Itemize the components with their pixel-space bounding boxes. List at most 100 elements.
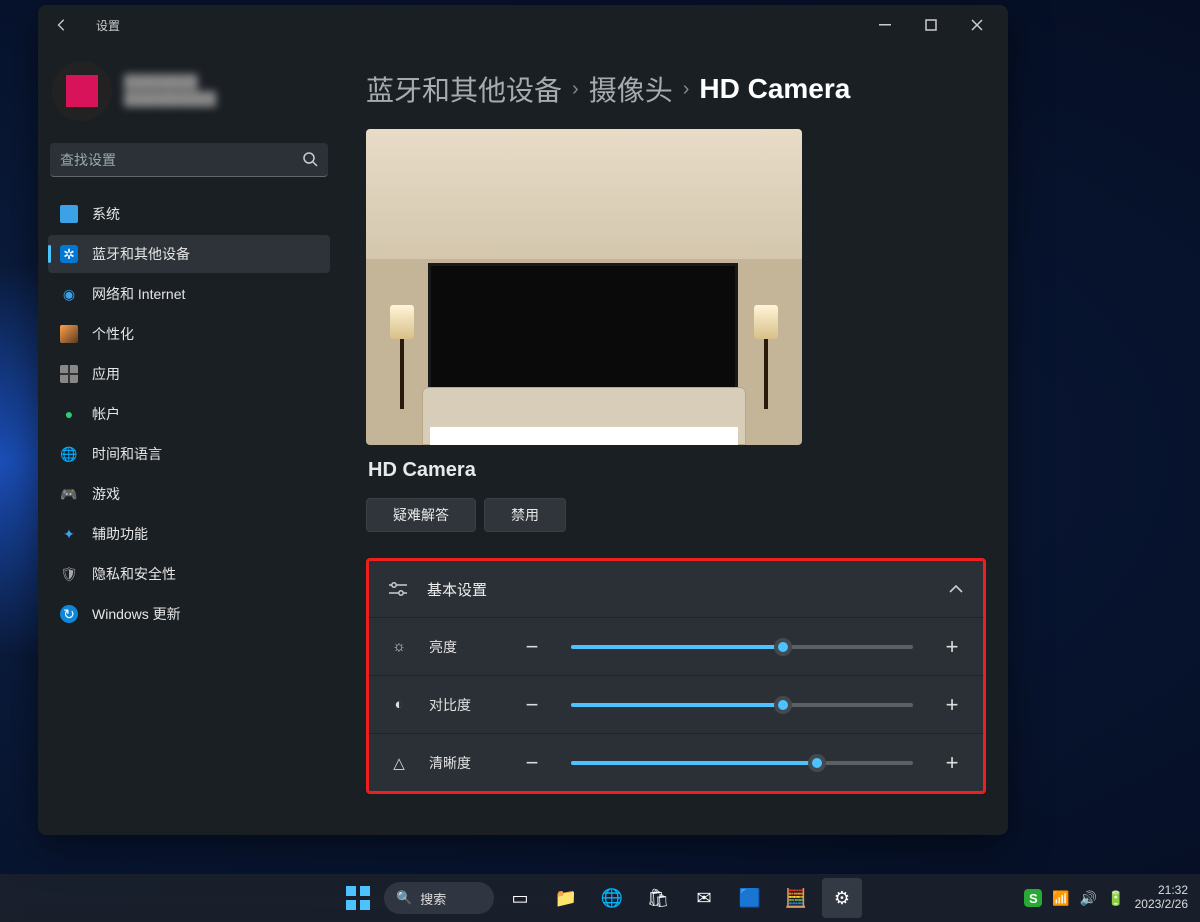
gamepad-icon: 🎮 bbox=[60, 485, 78, 503]
minimize-button[interactable] bbox=[862, 9, 908, 41]
sidebar-item-personalization[interactable]: 个性化 bbox=[48, 315, 330, 353]
tray-app-icon[interactable]: S bbox=[1024, 889, 1042, 907]
close-button[interactable] bbox=[954, 9, 1000, 41]
explorer-button[interactable]: 📁 bbox=[546, 878, 586, 918]
contrast-increment[interactable]: + bbox=[939, 692, 965, 718]
brightness-slider[interactable] bbox=[571, 645, 913, 649]
nav: 系统 ✲蓝牙和其他设备 ◉ 网络和 Internet 个性化 应用 ● 帐户 🌐 时间… bbox=[48, 195, 330, 633]
taskbar-search[interactable]: 🔍 搜索 bbox=[384, 882, 494, 914]
sidebar-item-label: 帐户 bbox=[92, 404, 120, 424]
sharpness-label: 清晰度 bbox=[429, 753, 501, 773]
camera-name: HD Camera bbox=[368, 459, 986, 482]
sidebar-item-label: 应用 bbox=[92, 364, 120, 384]
window-title: 设置 bbox=[96, 17, 120, 34]
search-input[interactable] bbox=[50, 143, 328, 177]
mail-button[interactable]: ✉ bbox=[684, 878, 724, 918]
contrast-icon: ◐ bbox=[387, 696, 411, 713]
task-view-button[interactable]: ▭ bbox=[500, 878, 540, 918]
sharpness-decrement[interactable]: − bbox=[519, 750, 545, 776]
accessibility-icon: ✦ bbox=[60, 525, 78, 543]
close-icon bbox=[971, 19, 983, 31]
chevron-right-icon: › bbox=[683, 78, 690, 101]
sidebar-item-label: 系统 bbox=[92, 204, 120, 224]
brightness-label: 亮度 bbox=[429, 637, 501, 657]
breadcrumb-cameras[interactable]: 摄像头 bbox=[589, 69, 673, 109]
sidebar: ████████ ██████████ 系统 ✲蓝牙和其他设备 ◉ 网络和 Int… bbox=[38, 45, 338, 835]
breadcrumb-bluetooth[interactable]: 蓝牙和其他设备 bbox=[366, 69, 562, 109]
troubleshoot-button[interactable]: 疑难解答 bbox=[366, 498, 476, 532]
basic-settings-title: 基本设置 bbox=[427, 579, 487, 600]
camera-preview bbox=[366, 129, 802, 445]
breadcrumb-current: HD Camera bbox=[699, 73, 850, 105]
maximize-icon bbox=[925, 19, 937, 31]
profile-block[interactable]: ████████ ██████████ bbox=[48, 55, 330, 139]
contrast-label: 对比度 bbox=[429, 695, 501, 715]
wifi-icon: ◉ bbox=[60, 285, 78, 303]
main-content: 蓝牙和其他设备 › 摄像头 › HD Camera HD Camera 疑难解答… bbox=[338, 45, 1008, 835]
taskbar-search-label: 搜索 bbox=[420, 889, 446, 908]
settings-window: 设置 ████████ ██████████ 系统 bbox=[38, 5, 1008, 835]
sidebar-item-system[interactable]: 系统 bbox=[48, 195, 330, 233]
profile-text: ████████ ██████████ bbox=[124, 74, 216, 108]
brightness-decrement[interactable]: − bbox=[519, 634, 545, 660]
brightness-increment[interactable]: + bbox=[939, 634, 965, 660]
sliders-icon bbox=[389, 582, 407, 596]
breadcrumb: 蓝牙和其他设备 › 摄像头 › HD Camera bbox=[366, 69, 986, 109]
update-icon: ↻ bbox=[60, 605, 78, 623]
taskbar-date: 2023/2/26 bbox=[1135, 898, 1188, 912]
titlebar: 设置 bbox=[38, 5, 1008, 45]
sidebar-item-bluetooth[interactable]: ✲蓝牙和其他设备 bbox=[48, 235, 330, 273]
sidebar-item-accounts[interactable]: ● 帐户 bbox=[48, 395, 330, 433]
brush-icon bbox=[60, 325, 78, 343]
person-icon: ● bbox=[60, 405, 78, 423]
sidebar-item-label: 时间和语言 bbox=[92, 444, 162, 464]
search-icon: 🔍 bbox=[396, 890, 412, 906]
chevron-right-icon: › bbox=[572, 78, 579, 101]
sidebar-item-label: 隐私和安全性 bbox=[92, 564, 176, 584]
settings-taskbar-button[interactable]: ⚙ bbox=[822, 878, 862, 918]
calculator-button[interactable]: 🧮 bbox=[776, 878, 816, 918]
sidebar-item-label: 辅助功能 bbox=[92, 524, 148, 544]
search-box[interactable] bbox=[50, 143, 328, 177]
taskbar-time: 21:32 bbox=[1135, 884, 1188, 898]
system-tray[interactable]: S 📶 🔊 🔋 21:32 2023/2/26 bbox=[1024, 884, 1200, 912]
sidebar-item-apps[interactable]: 应用 bbox=[48, 355, 330, 393]
apps-icon bbox=[60, 365, 78, 383]
globe-icon: 🌐 bbox=[60, 445, 78, 463]
sidebar-item-privacy[interactable]: 🛡隐私和安全性 bbox=[48, 555, 330, 593]
sharpness-slider[interactable] bbox=[571, 761, 913, 765]
sidebar-item-network[interactable]: ◉ 网络和 Internet bbox=[48, 275, 330, 313]
sharpness-row: △ 清晰度 − + bbox=[369, 733, 983, 791]
volume-tray-icon[interactable]: 🔊 bbox=[1080, 890, 1097, 907]
start-button[interactable] bbox=[338, 878, 378, 918]
start-icon bbox=[346, 886, 370, 910]
edge-button[interactable]: 🌐 bbox=[592, 878, 632, 918]
disable-button[interactable]: 禁用 bbox=[484, 498, 566, 532]
basic-settings-header[interactable]: 基本设置 bbox=[369, 561, 983, 617]
wifi-tray-icon[interactable]: 📶 bbox=[1052, 890, 1069, 907]
contrast-slider[interactable] bbox=[571, 703, 913, 707]
sidebar-item-label: 游戏 bbox=[92, 484, 120, 504]
sidebar-item-update[interactable]: ↻Windows 更新 bbox=[48, 595, 330, 633]
search-icon bbox=[302, 151, 318, 167]
brightness-icon: ☼ bbox=[387, 638, 411, 655]
contrast-decrement[interactable]: − bbox=[519, 692, 545, 718]
sidebar-item-accessibility[interactable]: ✦ 辅助功能 bbox=[48, 515, 330, 553]
back-button[interactable] bbox=[46, 9, 78, 41]
sidebar-item-label: 网络和 Internet bbox=[92, 284, 185, 304]
maximize-button[interactable] bbox=[908, 9, 954, 41]
sharpness-increment[interactable]: + bbox=[939, 750, 965, 776]
system-icon bbox=[60, 205, 78, 223]
basic-settings-card: 基本设置 ☼ 亮度 − + ◐ 对比度 − + bbox=[366, 558, 986, 794]
sidebar-item-gaming[interactable]: 🎮 游戏 bbox=[48, 475, 330, 513]
store-button[interactable]: 🛍 bbox=[638, 878, 678, 918]
minimize-icon bbox=[879, 19, 891, 31]
app-button-1[interactable]: 🟦 bbox=[730, 878, 770, 918]
brightness-row: ☼ 亮度 − + bbox=[369, 617, 983, 675]
battery-tray-icon[interactable]: 🔋 bbox=[1107, 890, 1124, 907]
chevron-up-icon bbox=[949, 584, 963, 594]
taskbar-clock[interactable]: 21:32 2023/2/26 bbox=[1135, 884, 1188, 912]
back-icon bbox=[55, 18, 69, 32]
bluetooth-icon: ✲ bbox=[60, 245, 78, 263]
sidebar-item-time[interactable]: 🌐 时间和语言 bbox=[48, 435, 330, 473]
